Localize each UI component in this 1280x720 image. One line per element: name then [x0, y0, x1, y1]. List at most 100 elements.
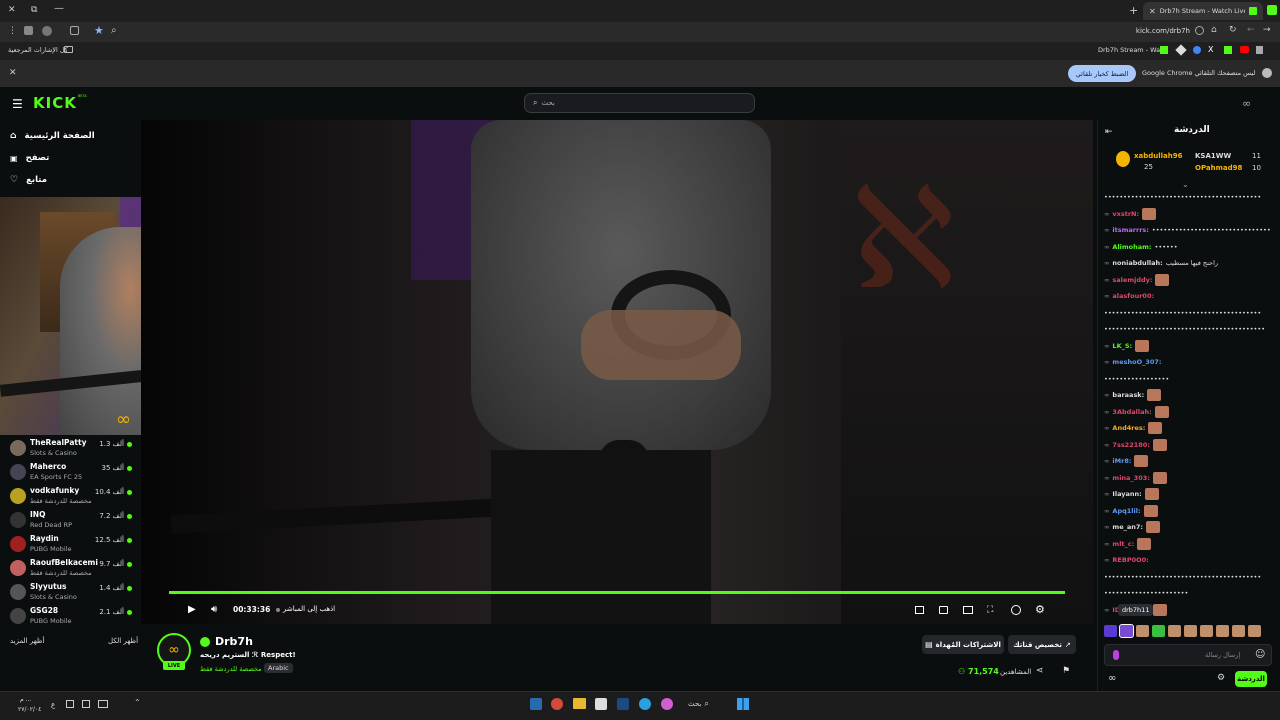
battery-icon[interactable] [98, 700, 108, 708]
channel-item[interactable]: RaoufBelkacemi مخصصة للدردشة فقط 9.7 ألف [8, 558, 136, 582]
chat-username[interactable]: REBP0O0: [1112, 556, 1148, 564]
browser-tab[interactable]: ✕ Drb7h Stream - Watch Live on [1143, 2, 1263, 20]
channel-item[interactable]: Raydin PUBG Mobile 12.5 ألف [8, 534, 136, 558]
reload-icon[interactable]: ↻ [1229, 25, 1237, 35]
taskbar-app-store-icon[interactable] [595, 698, 607, 710]
channel-item[interactable]: Slyyutus Slots & Casino 1.4 ألف [8, 582, 136, 606]
gifted-subs-button[interactable]: ▤ الاشتراكات المُهداة [922, 635, 1004, 654]
report-icon[interactable]: ⚑ [1062, 666, 1070, 676]
channel-item[interactable]: GSG28 PUBG Mobile 2.1 ألف [8, 606, 136, 630]
progress-track[interactable] [169, 591, 1065, 594]
chat-input[interactable]: إرسال رسالة ☺ [1104, 644, 1272, 666]
bookmark-icon-3[interactable] [1256, 46, 1263, 54]
all-bookmarks-link[interactable]: كل الإشارات المرجعية [8, 46, 68, 54]
bookmark-icon-2[interactable] [1193, 46, 1201, 54]
close-window-icon[interactable]: ✕ [8, 5, 16, 15]
chat-username[interactable]: LK_S: [1112, 342, 1132, 350]
emoji-icon[interactable]: ☺ [1255, 649, 1265, 660]
emote-icon[interactable] [1152, 625, 1165, 637]
bookmark-icon-kick2[interactable] [1224, 46, 1232, 54]
chat-username[interactable]: me_an7: [1112, 523, 1143, 531]
taskbar-app-steam-icon[interactable] [530, 698, 542, 710]
show-all-link[interactable]: أظهر الكل [108, 637, 138, 645]
leader-name[interactable]: OPahmad98 [1195, 164, 1242, 172]
chat-username[interactable]: itsmarrrs: [1112, 226, 1148, 234]
bookmark-icon-kick[interactable] [1160, 46, 1168, 54]
leader-name[interactable]: xabdullah96 [1134, 152, 1183, 160]
show-more-link[interactable]: أظهر المزيد [10, 637, 44, 645]
kick-logo[interactable]: KICK BETA [33, 94, 87, 112]
chat-username[interactable]: meshoO_307: [1112, 358, 1161, 366]
volume-icon[interactable]: 🔊︎ [211, 604, 217, 615]
emote-icon[interactable] [1136, 625, 1149, 637]
bookmark-tab-link[interactable]: Drb7h Stream - Wat... [1098, 46, 1169, 54]
nav-following[interactable]: ♡ متابع [10, 172, 47, 188]
speed-icon[interactable] [1011, 605, 1021, 615]
pip-icon[interactable] [915, 606, 924, 614]
user-menu-icon[interactable]: ∞ [1242, 97, 1251, 110]
taskbar-app-explorer-icon[interactable] [573, 698, 586, 709]
new-tab-icon[interactable]: + [1129, 4, 1138, 17]
bookmark-icon-youtube[interactable] [1240, 46, 1249, 53]
streamer-name[interactable]: Drb7h [215, 635, 253, 648]
tray-overflow-icon[interactable]: ⌃ [134, 698, 141, 707]
channel-item[interactable]: TheRealPatty Slots & Casino 1.3 ألف [8, 438, 136, 462]
chat-username[interactable]: noniabdullah: [1112, 259, 1162, 267]
site-info-icon[interactable] [1195, 26, 1204, 35]
chat-username[interactable]: iMr8: [1112, 457, 1131, 465]
emote-icon[interactable] [1216, 625, 1229, 637]
set-default-button[interactable]: الضبط كخيار تلقائي [1068, 65, 1136, 82]
taskbar-app-steam2-icon[interactable] [617, 698, 629, 710]
tab-search-icon[interactable] [70, 26, 79, 35]
emote-icon[interactable] [1232, 625, 1245, 637]
stream-category[interactable]: مخصصة للدردشة فقط [200, 665, 262, 673]
restore-window-icon[interactable]: ⧉ [31, 5, 37, 15]
bookmark-icon-x[interactable]: X [1208, 45, 1213, 54]
emote-icon[interactable] [1119, 624, 1134, 638]
menu-dots-icon[interactable]: ⋮ [8, 26, 17, 36]
chat-username[interactable]: alasfour00: [1112, 292, 1154, 300]
close-infobar-icon[interactable]: ✕ [9, 68, 17, 78]
chat-settings-icon[interactable]: ⚙ [1217, 673, 1225, 683]
collapse-chat-icon[interactable]: ⇤ [1105, 127, 1113, 137]
channel-item[interactable]: Maherco EA Sports FC 25 35 ألف [8, 462, 136, 486]
chat-users-icon[interactable]: ∞ [1108, 673, 1116, 684]
extensions-icon[interactable] [24, 26, 33, 35]
chat-username[interactable]: Apq1lil: [1112, 507, 1140, 515]
emote-icon[interactable] [1168, 625, 1181, 637]
channel-item[interactable]: vodkafunky مخصصة للدردشة فقط 10.4 ألف [8, 486, 136, 510]
nav-browse[interactable]: ▣ تصفح [10, 150, 49, 166]
minimize-window-icon[interactable]: — [54, 3, 64, 14]
bookmark-star-icon[interactable]: ★ [94, 24, 104, 37]
channel-item[interactable]: INQ Red Dead RP 7.2 ألف [8, 510, 136, 534]
zoom-icon[interactable]: ⌕ [111, 25, 117, 36]
hamburger-menu-icon[interactable]: ☰ [12, 97, 23, 111]
url-field[interactable]: kick.com/drb7h [1110, 27, 1190, 35]
chat-username[interactable]: mlt_c: [1112, 540, 1134, 548]
share-icon[interactable]: ⋖ [1036, 666, 1044, 676]
tab-close-icon[interactable]: ✕ [1149, 7, 1156, 16]
chat-username[interactable]: And4res: [1112, 424, 1145, 432]
chat-username[interactable]: 7ss22180: [1112, 441, 1149, 449]
emote-icon[interactable] [1200, 625, 1213, 637]
kick-extension-icon[interactable] [1267, 5, 1277, 15]
emote-icon[interactable] [1248, 625, 1261, 637]
search-box[interactable]: ⌕ بحث [524, 93, 755, 113]
clip-icon[interactable] [939, 606, 948, 614]
home-browser-icon[interactable]: ⌂ [1211, 25, 1217, 35]
chat-username[interactable]: vxstrN: [1112, 210, 1139, 218]
leader-name[interactable]: KSA1WW [1195, 152, 1231, 160]
nav-home[interactable]: ⌂ الصفحة الرئيسية [10, 128, 95, 144]
pinned-chevron-icon[interactable]: ⌄ [1182, 180, 1189, 189]
taskbar-search[interactable]: بحث ⌕ [688, 697, 724, 711]
chat-username[interactable]: mina_303: [1112, 474, 1149, 482]
taskbar-app-edge-icon[interactable] [639, 698, 651, 710]
volume-tray-icon[interactable] [82, 700, 90, 708]
language-indicator-icon[interactable]: ع [51, 701, 55, 709]
video-player[interactable]: ℵ ▶ 🔊︎ 00:33:36 اذهب إلى المباشر ⛶ ⚙ [141, 120, 1093, 624]
wifi-icon[interactable] [66, 700, 74, 708]
chat-send-button[interactable]: الدردشة [1235, 671, 1267, 687]
emote-icon[interactable] [1104, 625, 1117, 637]
start-windows-icon[interactable] [737, 698, 749, 710]
bookmark-icon-1[interactable] [1175, 44, 1187, 56]
